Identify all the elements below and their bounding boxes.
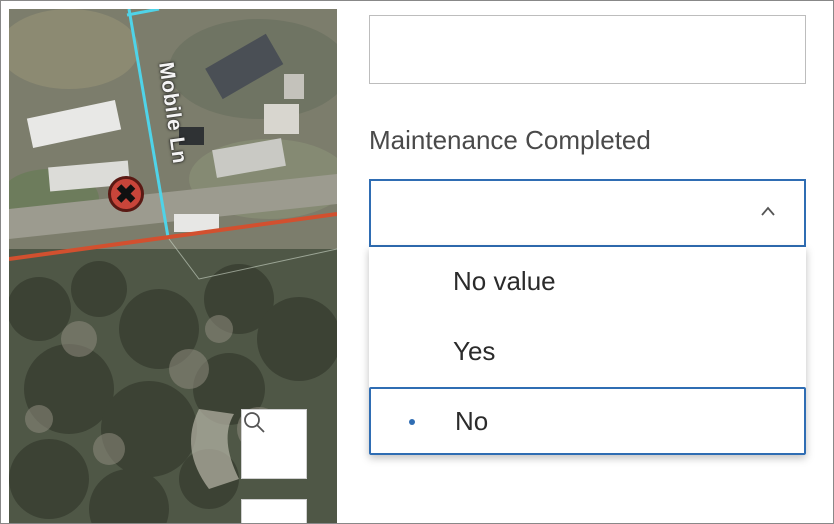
option-no[interactable]: No <box>369 387 806 455</box>
map-view[interactable]: Mobile Ln ✖ <box>9 9 337 523</box>
maintenance-completed-select[interactable] <box>369 179 806 247</box>
selected-bullet-icon <box>409 419 415 425</box>
attribute-form-panel: Maintenance Completed No value Yes No <box>337 1 833 523</box>
maintenance-completed-label: Maintenance Completed <box>369 125 651 155</box>
option-yes[interactable]: Yes <box>369 317 806 385</box>
map-scale <box>241 499 307 523</box>
app-frame: Mobile Ln ✖ Maintenance Completed No val… <box>0 0 834 524</box>
select-dropdown-list: No value Yes No <box>369 247 806 455</box>
option-label: Yes <box>453 335 496 366</box>
chevron-up-icon <box>761 206 775 216</box>
option-label: No <box>455 405 489 436</box>
close-x-icon: ✖ <box>115 179 137 209</box>
option-label: No value <box>453 265 556 296</box>
map-search-button[interactable] <box>241 409 307 479</box>
search-icon <box>244 412 265 433</box>
option-no-value[interactable]: No value <box>369 247 806 315</box>
text-field[interactable] <box>369 15 806 84</box>
feature-marker[interactable]: ✖ <box>108 176 144 212</box>
